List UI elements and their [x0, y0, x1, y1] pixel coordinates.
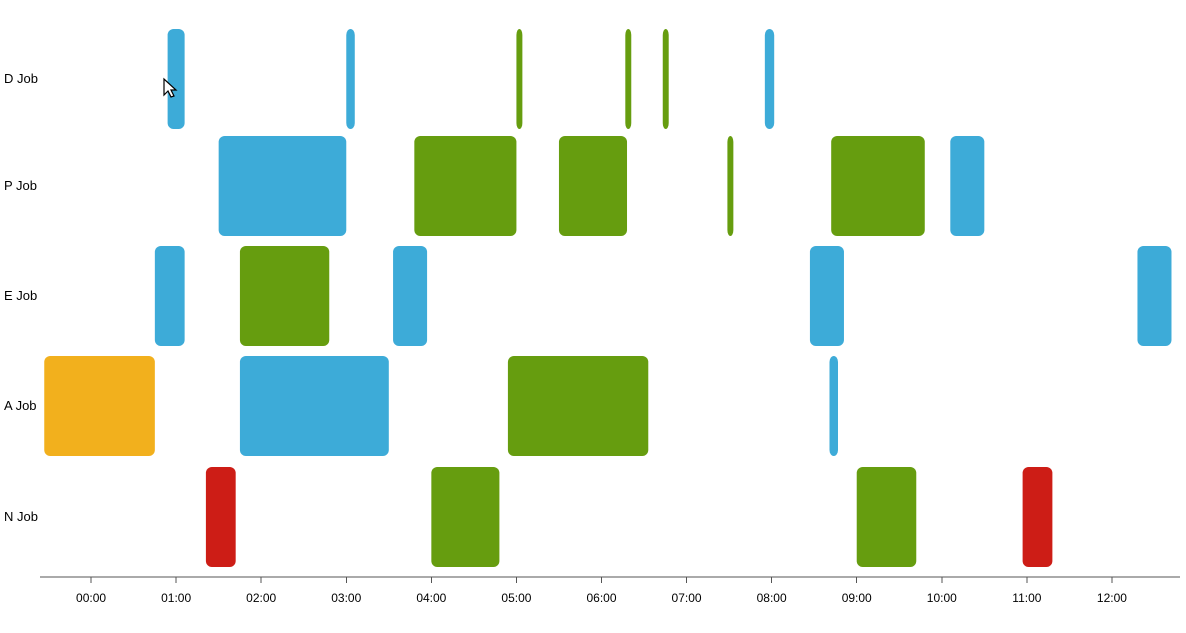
bar-p-job-9[interactable]: [727, 136, 733, 236]
bar-n-job-23[interactable]: [857, 467, 917, 567]
bar-a-job-20[interactable]: [829, 356, 838, 456]
row-label-e-job: E Job: [4, 288, 37, 303]
bar-p-job-7[interactable]: [414, 136, 516, 236]
bar-e-job-16[interactable]: [1137, 246, 1171, 346]
bar-e-job-13[interactable]: [240, 246, 329, 346]
bar-p-job-8[interactable]: [559, 136, 627, 236]
x-tick-label-9: 09:00: [842, 591, 872, 605]
x-tick-label-11: 11:00: [1012, 591, 1041, 605]
bar-d-job-3[interactable]: [625, 29, 631, 129]
x-tick-label-4: 04:00: [416, 591, 446, 605]
bar-e-job-12[interactable]: [155, 246, 185, 346]
bar-a-job-19[interactable]: [508, 356, 648, 456]
bar-e-job-14[interactable]: [393, 246, 427, 346]
x-tick-label-12: 12:00: [1097, 591, 1127, 605]
bar-e-job-15[interactable]: [810, 246, 844, 346]
x-tick-label-0: 00:00: [76, 591, 106, 605]
x-tick-label-7: 07:00: [672, 591, 702, 605]
bar-n-job-22[interactable]: [431, 467, 499, 567]
x-tick-label-2: 02:00: [246, 591, 276, 605]
x-tick-label-1: 01:00: [161, 591, 191, 605]
bar-a-job-17[interactable]: [44, 356, 155, 456]
bar-p-job-11[interactable]: [950, 136, 984, 236]
x-tick-label-6: 06:00: [586, 591, 616, 605]
x-tick-label-10: 10:00: [927, 591, 957, 605]
row-label-d-job: D Job: [4, 71, 38, 86]
bar-d-job-5[interactable]: [765, 29, 774, 129]
x-tick-label-5: 05:00: [501, 591, 531, 605]
row-label-p-job: P Job: [4, 178, 37, 193]
x-tick-label-8: 08:00: [757, 591, 787, 605]
bar-p-job-6[interactable]: [219, 136, 347, 236]
x-tick-label-3: 03:00: [331, 591, 361, 605]
bar-a-job-18[interactable]: [240, 356, 389, 456]
bar-n-job-24[interactable]: [1023, 467, 1053, 567]
row-label-n-job: N Job: [4, 509, 38, 524]
bar-d-job-4[interactable]: [663, 29, 669, 129]
bar-p-job-10[interactable]: [831, 136, 925, 236]
bars-group: [44, 29, 1171, 567]
bar-d-job-1[interactable]: [346, 29, 355, 129]
gantt-chart: D Job P Job E Job A Job N Job 00:00 01:00 02:00…: [0, 0, 1186, 633]
row-label-a-job: A Job: [4, 398, 37, 413]
bar-d-job-0[interactable]: [168, 29, 185, 129]
bar-d-job-2[interactable]: [516, 29, 522, 129]
bar-n-job-21[interactable]: [206, 467, 236, 567]
